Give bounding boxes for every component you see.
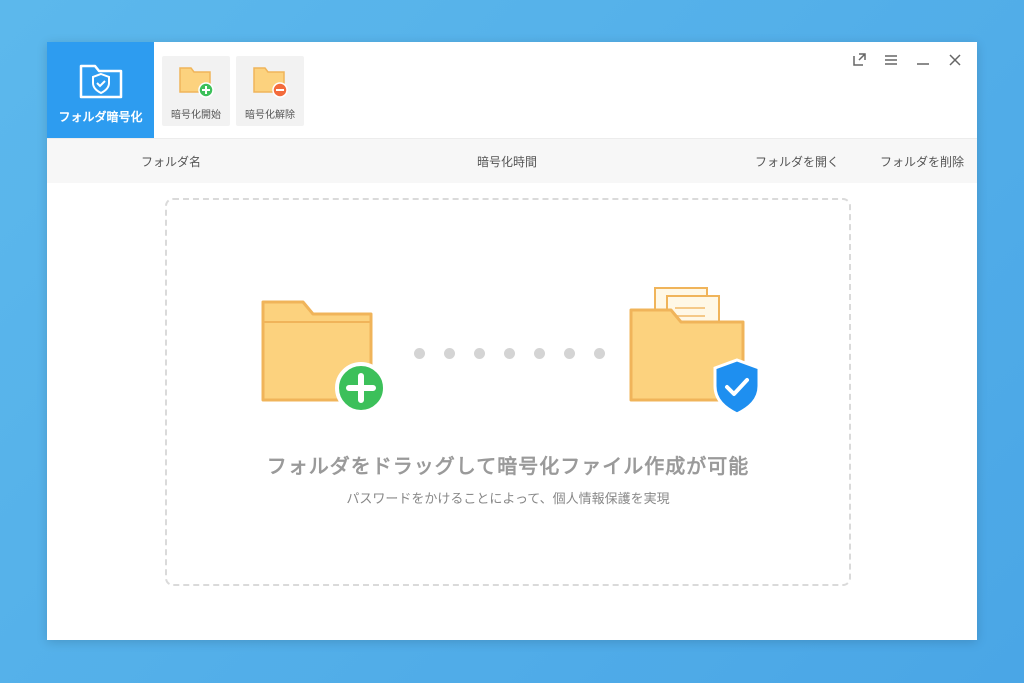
dot xyxy=(534,348,545,359)
minimize-icon[interactable] xyxy=(913,52,933,72)
dot xyxy=(414,348,425,359)
dot xyxy=(474,348,485,359)
toolbar: フォルダ暗号化 暗号化開始 暗号化解除 xyxy=(47,42,977,138)
dot xyxy=(504,348,515,359)
column-encrypt-time: 暗号化時間 xyxy=(477,155,538,169)
dot xyxy=(594,348,605,359)
column-open-folder: フォルダを開く xyxy=(755,155,840,169)
decrypt-button[interactable]: 暗号化解除 xyxy=(236,56,304,126)
shield-folder-icon xyxy=(79,64,123,99)
dot xyxy=(444,348,455,359)
drop-zone[interactable]: フォルダをドラッグして暗号化ファイル作成が可能 パスワードをかけることによって、… xyxy=(165,198,851,586)
window-controls xyxy=(849,52,969,72)
secured-folder-icon xyxy=(629,287,761,416)
drop-zone-subtitle: パスワードをかけることによって、個人情報保護を実現 xyxy=(346,492,670,507)
folder-add-large-icon xyxy=(261,300,387,412)
close-icon[interactable] xyxy=(945,52,965,72)
progress-dots xyxy=(414,348,614,360)
folder-add-icon xyxy=(179,67,214,98)
brand-label: フォルダ暗号化 xyxy=(58,110,143,124)
folder-encrypt-tab[interactable]: フォルダ暗号化 xyxy=(47,42,154,138)
encrypt-start-label: 暗号化開始 xyxy=(171,110,221,121)
menu-icon[interactable] xyxy=(881,52,901,72)
column-folder-name: フォルダ名 xyxy=(141,155,202,169)
table-header: フォルダ名 暗号化時間 フォルダを開く フォルダを削除 xyxy=(47,138,977,183)
encrypt-start-button[interactable]: 暗号化開始 xyxy=(162,56,230,126)
dot xyxy=(564,348,575,359)
column-delete-folder: フォルダを削除 xyxy=(880,155,965,169)
app-window: フォルダ暗号化 暗号化開始 暗号化解除 フォルダ名 暗号化時間 フォルダを開く … xyxy=(47,42,977,640)
decrypt-label: 暗号化解除 xyxy=(245,110,295,121)
folder-remove-icon xyxy=(253,67,288,98)
drop-zone-title: フォルダをドラッグして暗号化ファイル作成が可能 xyxy=(266,454,750,478)
export-icon[interactable] xyxy=(849,52,869,72)
